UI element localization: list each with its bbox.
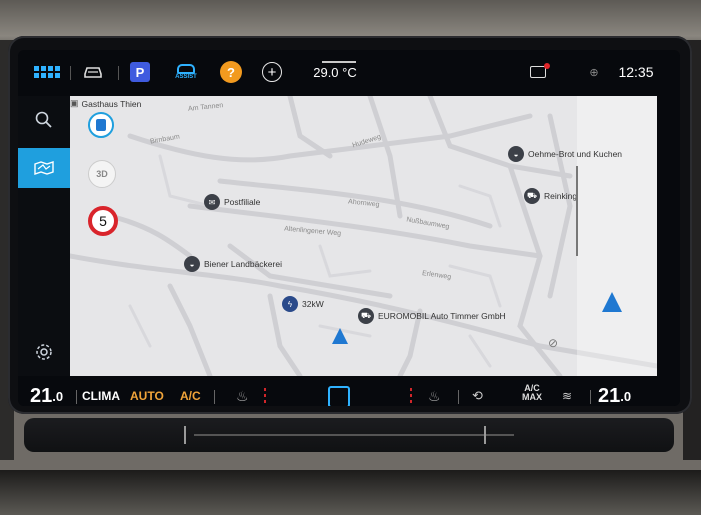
- assist-icon[interactable]: ASSIST: [168, 60, 204, 84]
- notification-dot: [544, 63, 550, 69]
- divider: [70, 66, 71, 80]
- bakery-icon: ◒: [184, 256, 200, 272]
- poi-label: EUROMOBIL Auto Timmer GmbH: [378, 311, 506, 321]
- driver-temperature[interactable]: 21.0: [30, 384, 64, 407]
- compass-arrow-icon[interactable]: [602, 292, 622, 312]
- temp-dec: .0: [620, 388, 632, 404]
- climate-bar: 21.0 CLIMA AUTO A/C ♨ ♨ ⟲ A/C MAX ≋ 21.0: [18, 376, 680, 406]
- car-dealer-icon: ⛟: [358, 308, 374, 324]
- mail-icon: ✉: [204, 194, 220, 210]
- ac-max-button[interactable]: A/C MAX: [522, 384, 542, 406]
- temp-int: 21: [30, 384, 53, 407]
- acmax-bottom: MAX: [522, 392, 542, 402]
- globe-icon: ⊕: [589, 66, 599, 79]
- divider: [458, 390, 459, 404]
- poi-label: 32kW: [302, 299, 324, 309]
- heated-seat-icon[interactable]: ♨: [236, 384, 249, 406]
- bakery-icon: ◒: [508, 146, 524, 162]
- navigation-map[interactable]: Birnbaum Am Tannen Hudeweg Ahornweg Nußb…: [70, 96, 657, 376]
- navigation-arrow-icon: [332, 328, 348, 344]
- settings-icon[interactable]: [18, 332, 70, 372]
- touch-slider-strip[interactable]: [24, 418, 674, 452]
- assist-label: ASSIST: [175, 74, 197, 80]
- divider: [118, 66, 119, 80]
- defrost-icon[interactable]: ≋: [562, 384, 572, 406]
- parking-icon[interactable]: P: [130, 62, 150, 82]
- poi-charging-station[interactable]: ϟ 32kW: [282, 296, 324, 312]
- dashboard-background-bottom: [0, 470, 701, 515]
- car-dealer-icon: ⛟: [524, 188, 540, 204]
- no-signal-icon: ⊘: [548, 336, 559, 350]
- clima-button[interactable]: CLIMA: [82, 384, 120, 406]
- divider: [590, 390, 591, 404]
- auto-button[interactable]: AUTO: [130, 384, 164, 406]
- map-side-panel: [577, 96, 657, 376]
- outside-temperature: 29.0 °C: [313, 64, 357, 80]
- status-bar: P ASSIST ? + 29.0 °C ⊕ 12:35: [18, 50, 680, 96]
- poi-car-dealer-2[interactable]: ⛟ Reinking: [524, 188, 577, 204]
- search-icon[interactable]: [18, 100, 70, 140]
- heated-seat-icon[interactable]: ♨: [428, 384, 441, 406]
- temp-int: 21: [598, 384, 621, 407]
- poi-car-dealer[interactable]: ⛟ EUROMOBIL Auto Timmer GmbH: [358, 308, 506, 324]
- slider-marker: [184, 426, 186, 444]
- apps-grid-icon[interactable]: [30, 60, 64, 84]
- home-button[interactable]: [328, 386, 350, 406]
- infotainment-screen: P ASSIST ? + 29.0 °C ⊕ 12:35 Birnbaum Am…: [18, 50, 680, 406]
- assist-car-shape: [177, 64, 195, 74]
- divider: [76, 390, 77, 404]
- map-layers-icon[interactable]: [18, 148, 74, 188]
- ac-button[interactable]: A/C: [180, 384, 201, 406]
- seat-heat-level: [410, 388, 412, 404]
- help-icon[interactable]: ?: [220, 61, 242, 83]
- car-icon[interactable]: [78, 60, 108, 84]
- divider: [214, 390, 215, 404]
- fuel-station-icon[interactable]: [88, 112, 114, 138]
- recirculation-icon[interactable]: ⟲: [472, 384, 483, 406]
- slider-marker: [484, 426, 486, 444]
- zoom-scale-bar[interactable]: [576, 166, 578, 256]
- poi-label: Reinking: [544, 191, 578, 201]
- poi-bakery-2[interactable]: ◒ Oehme-Brot und Kuchen: [508, 146, 622, 162]
- add-icon[interactable]: +: [262, 62, 282, 82]
- charging-icon: ϟ: [282, 296, 298, 312]
- poi-restaurant[interactable]: ▣ Gasthaus Thien: [70, 98, 141, 109]
- temp-dec: .0: [52, 388, 64, 404]
- poi-bakery[interactable]: ◒ Biener Landbäckerei: [184, 256, 282, 272]
- seat-heat-level: [264, 388, 266, 404]
- poi-label: Oehme-Brot und Kuchen: [528, 149, 623, 159]
- clock: 12:35: [618, 64, 654, 80]
- poi-post-office[interactable]: ✉ Postfiliale: [204, 194, 260, 210]
- slider-rail: [194, 434, 514, 436]
- restaurant-icon: ▣: [70, 98, 79, 108]
- passenger-temperature[interactable]: 21.0: [598, 384, 632, 407]
- speed-limit-sign: 5: [88, 206, 118, 236]
- view-3d-button[interactable]: 3D: [88, 160, 116, 188]
- poi-label: Gasthaus Thien: [81, 98, 142, 109]
- poi-label: Postfiliale: [224, 197, 261, 207]
- poi-label: Biener Landbäckerei: [204, 259, 282, 269]
- nav-sidebar: [18, 96, 74, 376]
